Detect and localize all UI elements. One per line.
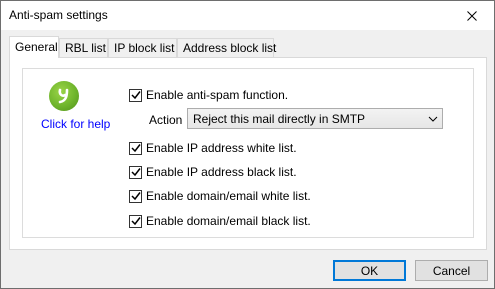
enable-antispam-label: Enable anti-spam function. <box>146 88 289 102</box>
action-dropdown[interactable]: Reject this mail directly in SMTP <box>187 108 443 129</box>
domain-white-list-checkbox[interactable] <box>129 189 142 203</box>
app-logo-icon[interactable] <box>49 81 79 111</box>
help-link[interactable]: Click for help <box>41 117 110 131</box>
tab-ip-block-list-label: IP block list <box>114 41 175 55</box>
cancel-button[interactable]: Cancel <box>415 260 488 281</box>
checkmark-icon <box>130 192 141 201</box>
tab-general[interactable]: General <box>9 36 59 58</box>
ip-black-list-label: Enable IP address black list. <box>146 165 297 179</box>
close-icon <box>467 10 477 21</box>
tab-general-label: General <box>15 40 58 54</box>
checkmark-icon <box>130 168 141 177</box>
enable-antispam-checkbox[interactable] <box>129 88 142 102</box>
tab-address-block-list-label: Address block list <box>183 41 277 55</box>
domain-black-list-checkbox-row[interactable]: Enable domain/email black list. <box>129 213 311 229</box>
ip-white-list-checkbox-row[interactable]: Enable IP address white list. <box>129 140 297 156</box>
close-button[interactable] <box>450 1 494 30</box>
ip-black-list-checkbox-row[interactable]: Enable IP address black list. <box>129 164 297 180</box>
anti-spam-settings-window: Anti-spam settings General RBL list IP b… <box>0 0 495 289</box>
title-bar: Anti-spam settings <box>1 1 494 30</box>
tab-ip-block-list[interactable]: IP block list <box>108 38 177 57</box>
checkmark-icon <box>130 144 141 153</box>
action-label: Action <box>149 113 183 127</box>
enable-antispam-checkbox-row[interactable]: Enable anti-spam function. <box>129 87 288 103</box>
checkmark-icon <box>130 217 141 226</box>
ok-button[interactable]: OK <box>333 260 406 281</box>
ip-white-list-label: Enable IP address white list. <box>146 141 297 155</box>
tab-rbl-list[interactable]: RBL list <box>59 38 108 57</box>
ip-black-list-checkbox[interactable] <box>129 165 142 179</box>
ip-white-list-checkbox[interactable] <box>129 141 142 155</box>
tab-address-block-list[interactable]: Address block list <box>177 38 277 57</box>
domain-black-list-checkbox[interactable] <box>129 214 142 228</box>
action-selected-value: Reject this mail directly in SMTP <box>193 111 366 126</box>
window-title: Anti-spam settings <box>9 8 108 22</box>
domain-black-list-label: Enable domain/email black list. <box>146 214 311 228</box>
domain-white-list-checkbox-row[interactable]: Enable domain/email white list. <box>129 188 311 204</box>
tab-rbl-list-label: RBL list <box>65 41 106 55</box>
domain-white-list-label: Enable domain/email white list. <box>146 189 311 203</box>
checkmark-icon <box>130 91 141 100</box>
logo-glyph-icon <box>58 88 69 104</box>
chevron-down-icon <box>424 116 442 122</box>
